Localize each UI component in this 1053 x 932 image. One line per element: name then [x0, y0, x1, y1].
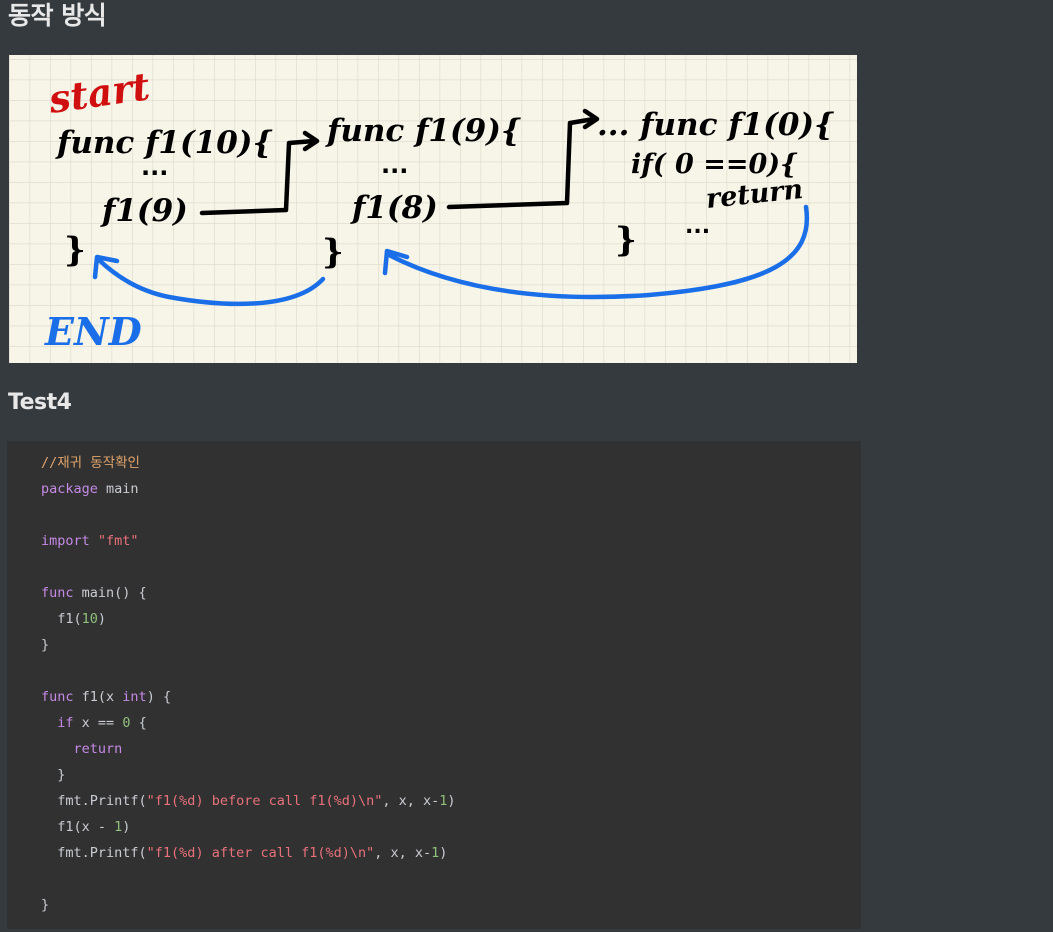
frame3-signature: ... func f1(0){ — [597, 107, 834, 143]
code-line: func f1(x int) { — [41, 685, 861, 711]
code-line: if x == 0 { — [41, 711, 861, 737]
frame1-close: } — [64, 230, 86, 270]
section-subtitle: Test4 — [8, 390, 72, 415]
code-token: ) — [447, 793, 456, 809]
code-line: fmt.Printf("f1(%d) after call f1(%d)\n",… — [41, 841, 861, 867]
code-token: int — [122, 689, 147, 705]
code-block: //재귀 동작확인 package main import "fmt" func … — [7, 441, 861, 929]
code-token: } — [41, 897, 50, 913]
code-token: x == — [73, 715, 123, 731]
code-line: package main — [41, 477, 861, 503]
code-token: } — [41, 637, 50, 653]
code-line: fmt.Printf("f1(%d) before call f1(%d)\n"… — [41, 789, 861, 815]
frame3-dots: ... — [685, 214, 710, 239]
frame2-signature: func f1(9){ — [325, 113, 521, 149]
code-token: f1(x — [73, 689, 123, 705]
code-line: } — [41, 633, 861, 659]
code-token: "f1(%d) before call f1(%d)\n" — [146, 793, 383, 809]
code-token: 10 — [81, 611, 98, 627]
code-token: f1(x - — [41, 819, 115, 835]
code-token: func — [41, 585, 74, 601]
frame3-condition: if( 0 ==0){ — [631, 149, 798, 180]
code-line: //재귀 동작확인 — [41, 451, 861, 477]
code-line: func main() { — [41, 581, 861, 607]
code-token: , x, x- — [382, 793, 440, 809]
code-token: if — [57, 715, 74, 731]
code-token: ) { — [146, 689, 172, 705]
code-line: } — [41, 893, 861, 919]
end-label: END — [44, 309, 142, 354]
code-token: } — [41, 767, 66, 783]
code-token: ) — [97, 611, 107, 627]
frame2-close: } — [322, 232, 344, 272]
code-token: main() { — [73, 585, 147, 601]
frame2-call: f1(8) — [350, 190, 438, 226]
code-token: return — [73, 741, 123, 757]
code-token: fmt.Printf( — [41, 793, 147, 809]
code-token: //재귀 동작확인 — [41, 455, 140, 471]
code-token: package — [41, 481, 98, 497]
code-token: f1( — [41, 611, 82, 627]
code-line: import "fmt" — [41, 529, 861, 555]
code-line: f1(x - 1) — [41, 815, 861, 841]
code-token: main — [97, 481, 139, 497]
code-token: , x, x- — [374, 845, 432, 861]
code-token: ) — [439, 845, 448, 861]
recursion-diagram-image: start func f1(10){ ... f1(9) } func f1(9… — [9, 55, 857, 363]
section-title: 동작 방식 — [8, 1, 107, 30]
frame3-close: } — [615, 220, 637, 260]
code-token: ) — [122, 819, 131, 835]
code-token: "fmt" — [97, 533, 139, 549]
code-line: f1(10) — [41, 607, 861, 633]
code-line: } — [41, 763, 861, 789]
code-token: "f1(%d) after call f1(%d)\n" — [146, 845, 375, 861]
code-token: import — [41, 533, 90, 549]
code-token: func — [41, 689, 74, 705]
code-token: { — [130, 715, 147, 731]
frame1-dots: ... — [141, 153, 168, 181]
frame2-dots: ... — [381, 151, 408, 179]
code-line: return — [41, 737, 861, 763]
code-token: fmt.Printf( — [41, 845, 147, 861]
frame1-call: f1(9) — [100, 193, 188, 229]
